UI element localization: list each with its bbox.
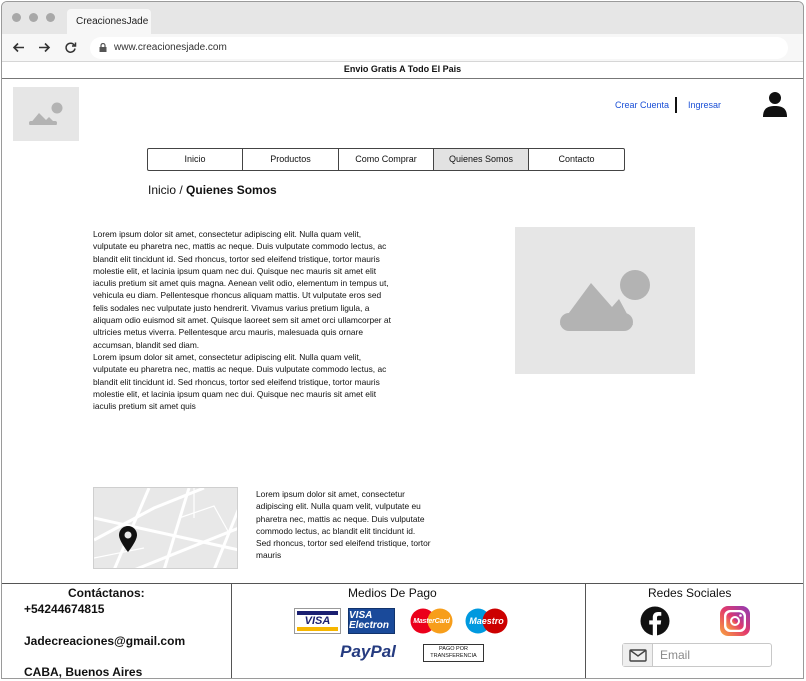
- mail-icon: [628, 648, 647, 662]
- maestro-logo: Maestro: [462, 608, 511, 634]
- facebook-icon[interactable]: [640, 606, 670, 636]
- contact-phone: +54244674815: [24, 602, 105, 616]
- browser-tab[interactable]: CreacionesJade: [67, 9, 151, 34]
- breadcrumb: Inicio / Quienes Somos: [148, 183, 277, 197]
- url-text: www.creacionesjade.com: [114, 42, 227, 53]
- browser-tab-title: CreacionesJade: [76, 16, 149, 27]
- paypal-logo: PayPal: [340, 642, 396, 661]
- breadcrumb-current: Quienes Somos: [186, 183, 277, 197]
- browser-titlebar: CreacionesJade: [2, 2, 803, 34]
- back-arrow-icon[interactable]: [12, 41, 25, 54]
- window-maximize-dot[interactable]: [46, 13, 55, 22]
- about-paragraph-2: Lorem ipsum dolor sit amet, consectetur …: [93, 351, 387, 412]
- email-icon-cell: [623, 644, 653, 666]
- newsletter-email-box: [622, 643, 772, 667]
- about-image-placeholder: [515, 227, 695, 374]
- image-placeholder-icon: [560, 270, 650, 331]
- window-minimize-dot[interactable]: [29, 13, 38, 22]
- about-text: Lorem ipsum dolor sit amet, consectetur …: [93, 228, 392, 412]
- map-streets: [94, 488, 237, 568]
- visa-electron-logo: VISA Electron: [348, 608, 395, 634]
- footer-divider-1: [231, 584, 232, 678]
- browser-window: CreacionesJade www.creacionesjade.com En…: [1, 1, 804, 679]
- create-account-link[interactable]: Crear Cuenta: [615, 100, 669, 110]
- image-placeholder-icon: [29, 102, 63, 125]
- window-close-dot[interactable]: [12, 13, 21, 22]
- mastercard-logo: MasterCard: [407, 608, 456, 634]
- nav-item-productos[interactable]: Productos: [243, 149, 339, 170]
- bank-transfer-logo: PAGO POR TRANSFERENCIA: [423, 644, 484, 662]
- user-icon[interactable]: [763, 91, 787, 117]
- forward-arrow-icon[interactable]: [38, 41, 51, 54]
- login-link[interactable]: Ingresar: [688, 100, 721, 110]
- about-paragraph-1: Lorem ipsum dolor sit amet, consectetur …: [93, 229, 391, 350]
- header-link-divider: [675, 97, 677, 113]
- announcement-bar: Envio Gratis A Todo El Pais: [2, 62, 803, 79]
- payment-title: Medios De Pago: [348, 586, 437, 600]
- announcement-text: Envio Gratis A Todo El Pais: [343, 64, 462, 74]
- map-text: Lorem ipsum dolor sit amet, consectetur …: [256, 489, 431, 561]
- nav-item-como-comprar[interactable]: Como Comprar: [339, 149, 434, 170]
- nav-item-quienes-somos[interactable]: Quienes Somos: [434, 149, 529, 170]
- footer-divider-2: [585, 584, 586, 678]
- main-nav: Inicio Productos Como Comprar Quienes So…: [147, 148, 625, 171]
- nav-item-contacto[interactable]: Contacto: [529, 149, 624, 170]
- contact-location: CABA, Buenos Aires: [24, 665, 143, 679]
- instagram-icon[interactable]: [718, 605, 752, 637]
- breadcrumb-home[interactable]: Inicio: [148, 183, 176, 197]
- breadcrumb-separator: /: [176, 183, 187, 197]
- reload-icon[interactable]: [64, 41, 77, 54]
- map-pin-icon[interactable]: [119, 526, 137, 552]
- visa-logo: VISA: [294, 608, 341, 634]
- location-map[interactable]: [93, 487, 238, 569]
- social-title: Redes Sociales: [648, 586, 732, 600]
- lock-icon: [99, 43, 107, 52]
- contact-email: Jadecreaciones@gmail.com: [24, 634, 186, 648]
- contact-title: Contáctanos:: [68, 586, 145, 600]
- logo-placeholder[interactable]: [13, 87, 79, 141]
- nav-item-inicio[interactable]: Inicio: [148, 149, 243, 170]
- address-bar-row: www.creacionesjade.com: [2, 34, 803, 62]
- email-input[interactable]: [654, 644, 770, 666]
- url-field[interactable]: www.creacionesjade.com: [90, 37, 788, 59]
